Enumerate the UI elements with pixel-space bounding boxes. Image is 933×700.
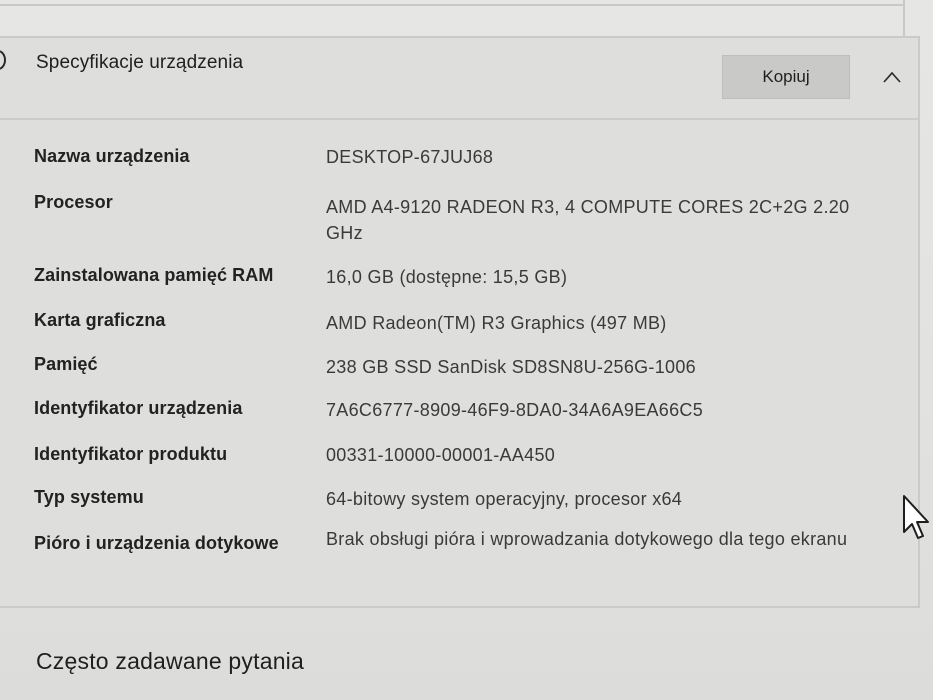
- spec-label: Typ systemu: [34, 487, 144, 507]
- spec-value: 64-bitowy system operacyjny, procesor x6…: [326, 489, 683, 509]
- spec-value: DESKTOP-67JUJ68: [326, 147, 494, 167]
- spec-value: 7A6C6777-8909-46F9-8DA0-34A6A9EA66C5: [326, 400, 704, 420]
- screen: Specyfikacje urządzenia Kopiuj Nazwa urz…: [0, 0, 933, 700]
- spec-label: Procesor: [34, 192, 113, 212]
- spec-value: 238 GB SSD SanDisk SD8SN8U-256G-1006: [326, 357, 696, 377]
- spec-table: Nazwa urządzenia DESKTOP-67JUJ68 Proceso…: [0, 0, 920, 700]
- mouse-cursor-icon: [903, 495, 929, 539]
- spec-label: Identyfikator produktu: [34, 444, 228, 464]
- spec-label: Karta graficzna: [34, 310, 166, 330]
- spec-value: 16,0 GB (dostępne: 15,5 GB): [326, 267, 568, 287]
- spec-label: Pamięć: [34, 354, 98, 374]
- faq-heading: Często zadawane pytania: [36, 648, 304, 674]
- spec-value: Brak obsługi pióra i wprowadzania dotyko…: [326, 529, 848, 549]
- spec-label: Nazwa urządzenia: [34, 146, 190, 166]
- spec-value: AMD Radeon(TM) R3 Graphics (497 MB): [326, 313, 667, 333]
- spec-label: Identyfikator urządzenia: [34, 398, 243, 418]
- spec-value: 00331-10000-00001-AA450: [326, 445, 556, 465]
- spec-label: Pióro i urządzenia dotykowe: [34, 533, 279, 553]
- spec-label: Zainstalowana pamięć RAM: [34, 265, 274, 285]
- spec-value: AMD A4-9120 RADEON R3, 4 COMPUTE CORES 2…: [326, 197, 850, 243]
